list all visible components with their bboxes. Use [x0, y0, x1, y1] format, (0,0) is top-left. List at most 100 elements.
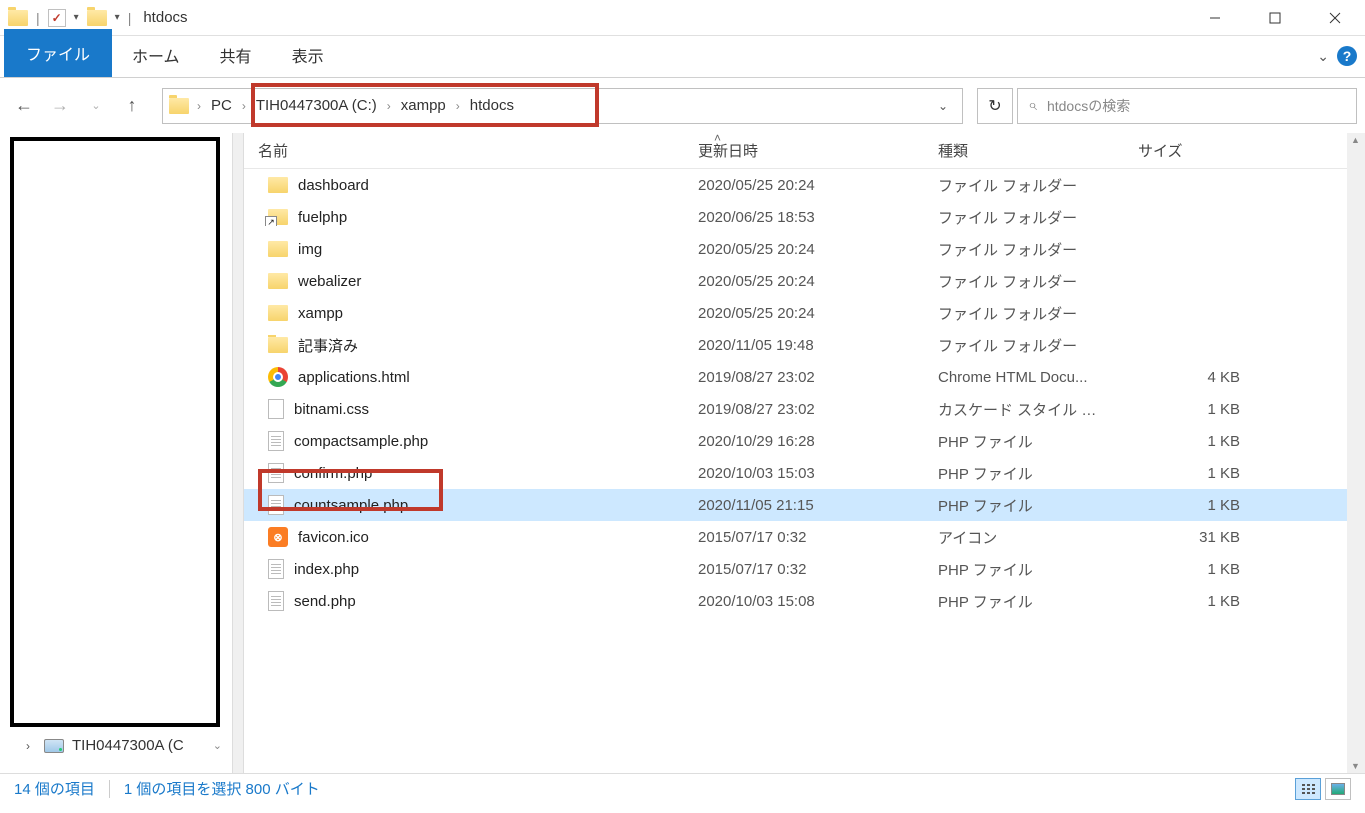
- breadcrumb-drive[interactable]: TIH0447300A (C:): [250, 93, 383, 118]
- chevron-right-icon[interactable]: ›: [387, 99, 391, 113]
- view-thumbnails-button[interactable]: [1325, 778, 1351, 800]
- tab-view[interactable]: 表示: [272, 33, 344, 77]
- tree-item-drive[interactable]: › TIH0447300A (C ⌄: [0, 731, 232, 760]
- file-row[interactable]: applications.html2019/08/27 23:02Chrome …: [244, 361, 1365, 393]
- close-button[interactable]: [1305, 0, 1365, 36]
- chrome-icon: [268, 367, 288, 387]
- cell-size: 1 KB: [1124, 433, 1254, 450]
- file-name: applications.html: [298, 369, 410, 386]
- breadcrumb-xampp[interactable]: xampp: [395, 93, 452, 118]
- maximize-button[interactable]: [1245, 0, 1305, 36]
- view-details-button[interactable]: [1295, 778, 1321, 800]
- vertical-scrollbar[interactable]: [1347, 133, 1365, 773]
- qat-properties-icon[interactable]: ✓: [48, 9, 66, 27]
- cell-name: index.php: [244, 559, 684, 579]
- cell-date: 2020/05/25 20:24: [684, 177, 924, 194]
- cell-size: 4 KB: [1124, 369, 1254, 386]
- file-name: webalizer: [298, 273, 361, 290]
- file-row[interactable]: 記事済み2020/11/05 19:48ファイル フォルダー: [244, 329, 1365, 361]
- css-file-icon: [268, 399, 284, 419]
- column-name[interactable]: 名前: [244, 133, 684, 168]
- chevron-right-icon[interactable]: ›: [26, 739, 30, 753]
- refresh-button[interactable]: ↻: [977, 88, 1013, 124]
- file-icon: [268, 591, 284, 611]
- chevron-right-icon[interactable]: ›: [242, 99, 246, 113]
- minimize-button[interactable]: [1185, 0, 1245, 36]
- file-row[interactable]: webalizer2020/05/25 20:24ファイル フォルダー: [244, 265, 1365, 297]
- forward-button[interactable]: →: [44, 90, 76, 122]
- address-bar[interactable]: › PC › TIH0447300A (C:) › xampp › htdocs…: [162, 88, 963, 124]
- cell-size: 31 KB: [1124, 529, 1254, 546]
- sort-indicator-icon: ˄: [714, 131, 721, 145]
- column-type[interactable]: 種類: [924, 133, 1124, 168]
- tree-item-label: TIH0447300A (C: [72, 737, 184, 754]
- cell-type: ファイル フォルダー: [924, 335, 1124, 356]
- chevron-right-icon[interactable]: ›: [456, 99, 460, 113]
- cell-type: ファイル フォルダー: [924, 175, 1124, 196]
- search-icon: ⌕: [1028, 97, 1037, 115]
- cell-date: 2020/11/05 21:15: [684, 497, 924, 514]
- search-input[interactable]: ⌕ htdocsの検索: [1017, 88, 1357, 124]
- breadcrumb-htdocs[interactable]: htdocs: [464, 93, 520, 118]
- breadcrumb-pc[interactable]: PC: [205, 93, 238, 118]
- qat-dropdown-icon[interactable]: ▾: [74, 12, 79, 23]
- column-size[interactable]: サイズ: [1124, 133, 1254, 168]
- cell-date: 2020/10/03 15:03: [684, 465, 924, 482]
- cell-type: PHP ファイル: [924, 591, 1124, 612]
- tab-file[interactable]: ファイル: [4, 29, 112, 77]
- tab-share[interactable]: 共有: [200, 33, 272, 77]
- cell-date: 2019/08/27 23:02: [684, 401, 924, 418]
- cell-size: 1 KB: [1124, 593, 1254, 610]
- cell-date: 2019/08/27 23:02: [684, 369, 924, 386]
- file-row[interactable]: dashboard2020/05/25 20:24ファイル フォルダー: [244, 169, 1365, 201]
- file-name: favicon.ico: [298, 529, 369, 546]
- back-button[interactable]: ←: [8, 90, 40, 122]
- cell-date: 2020/06/25 18:53: [684, 209, 924, 226]
- cell-type: ファイル フォルダー: [924, 207, 1124, 228]
- splitter[interactable]: [232, 133, 244, 773]
- titlebar: | ✓ ▾ ▾ | htdocs: [0, 0, 1365, 36]
- tab-home[interactable]: ホーム: [112, 33, 200, 77]
- qat-dropdown-icon[interactable]: ▾: [115, 12, 120, 23]
- cell-name: fuelphp: [244, 209, 684, 226]
- cell-name: confirm.php: [244, 463, 684, 483]
- main-area: › TIH0447300A (C ⌄ 名前 更新日時 種類 サイズ ˄ dash…: [0, 133, 1365, 773]
- folder-icon: [268, 273, 288, 289]
- file-row[interactable]: countsample.php2020/11/05 21:15PHP ファイル1…: [244, 489, 1365, 521]
- qat-separator: |: [128, 10, 132, 26]
- navigation-pane[interactable]: › TIH0447300A (C ⌄: [0, 133, 232, 773]
- ribbon-chevron-icon[interactable]: ⌄: [1317, 48, 1329, 65]
- file-row[interactable]: ⊗favicon.ico2015/07/17 0:32アイコン31 KB: [244, 521, 1365, 553]
- file-row[interactable]: confirm.php2020/10/03 15:03PHP ファイル1 KB: [244, 457, 1365, 489]
- file-row[interactable]: index.php2015/07/17 0:32PHP ファイル1 KB: [244, 553, 1365, 585]
- chevron-right-icon[interactable]: ›: [197, 99, 201, 113]
- file-pane: 名前 更新日時 種類 サイズ ˄ dashboard2020/05/25 20:…: [244, 133, 1365, 773]
- cell-name: send.php: [244, 591, 684, 611]
- folder-icon: [169, 98, 189, 114]
- xampp-icon: ⊗: [268, 527, 288, 547]
- thumbnail-view-icon: [1331, 783, 1345, 795]
- file-row[interactable]: compactsample.php2020/10/29 16:28PHP ファイ…: [244, 425, 1365, 457]
- file-name: img: [298, 241, 322, 258]
- cell-name: dashboard: [244, 177, 684, 194]
- file-row[interactable]: bitnami.css2019/08/27 23:02カスケード スタイル シー…: [244, 393, 1365, 425]
- cell-type: ファイル フォルダー: [924, 303, 1124, 324]
- address-dropdown-icon[interactable]: ⌄: [930, 99, 956, 113]
- file-row[interactable]: img2020/05/25 20:24ファイル フォルダー: [244, 233, 1365, 265]
- file-row[interactable]: send.php2020/10/03 15:08PHP ファイル1 KB: [244, 585, 1365, 617]
- cell-size: 1 KB: [1124, 561, 1254, 578]
- file-name: confirm.php: [294, 465, 372, 482]
- help-icon[interactable]: ?: [1337, 46, 1357, 66]
- chevron-down-icon[interactable]: ⌄: [213, 739, 222, 752]
- folder-icon: [268, 305, 288, 321]
- status-item-count: 14 個の項目: [14, 778, 95, 799]
- file-row[interactable]: xampp2020/05/25 20:24ファイル フォルダー: [244, 297, 1365, 329]
- cell-type: PHP ファイル: [924, 463, 1124, 484]
- file-row[interactable]: fuelphp2020/06/25 18:53ファイル フォルダー: [244, 201, 1365, 233]
- cell-date: 2015/07/17 0:32: [684, 561, 924, 578]
- qat-separator: |: [36, 10, 40, 26]
- cell-name: 記事済み: [244, 335, 684, 356]
- up-button[interactable]: ↑: [116, 90, 148, 122]
- recent-dropdown-icon[interactable]: ⌄: [80, 90, 112, 122]
- cell-date: 2020/10/03 15:08: [684, 593, 924, 610]
